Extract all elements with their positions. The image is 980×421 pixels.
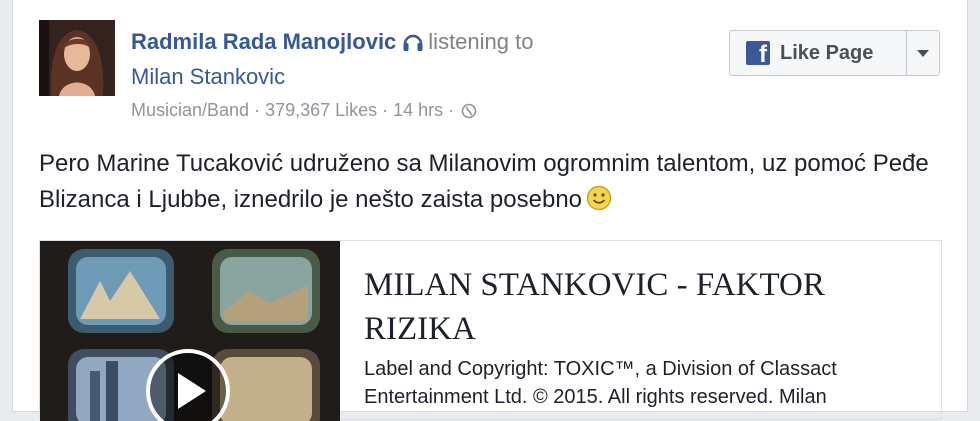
globe-icon[interactable] [461, 101, 477, 125]
like-page-main[interactable]: f Like Page [730, 31, 907, 75]
video-thumbnail-image [40, 241, 340, 421]
author-avatar-image [39, 20, 115, 96]
post-message-text: Pero Marine Tucaković udruženo sa Milano… [39, 150, 929, 213]
like-page-label: Like Page [780, 41, 874, 64]
post-message: Pero Marine Tucaković udruženo sa Milano… [39, 146, 939, 222]
post-meta-text: Musician/Band · 379,367 Likes · 14 hrs · [131, 100, 460, 120]
link-attachment[interactable]: MILAN STANKOVIC - FAKTOR RIZIKA Label an… [39, 240, 942, 421]
feed-post-card: Radmila Rada Manojlovic listening to Mila… [12, 0, 968, 421]
post-meta: Musician/Band · 379,367 Likes · 14 hrs · [131, 98, 477, 125]
chevron-down-icon[interactable] [906, 31, 939, 75]
attachment-title[interactable]: MILAN STANKOVIC - FAKTOR RIZIKA [364, 263, 924, 351]
video-thumbnail[interactable] [40, 241, 340, 421]
activity-target-link[interactable]: Milan Stankovic [131, 63, 285, 91]
attachment-description: Label and Copyright: TOXIC™, a Division … [364, 358, 837, 408]
headphones-icon [402, 31, 424, 59]
author-avatar[interactable] [39, 20, 115, 96]
smiley-icon [586, 185, 612, 222]
post-header: Radmila Rada Manojlovic listening to [131, 28, 533, 59]
facebook-logo-icon: f [746, 41, 770, 65]
like-page-button[interactable]: f Like Page [729, 30, 940, 76]
activity-text: listening to [428, 29, 534, 54]
author-name-link[interactable]: Radmila Rada Manojlovic [131, 29, 396, 54]
